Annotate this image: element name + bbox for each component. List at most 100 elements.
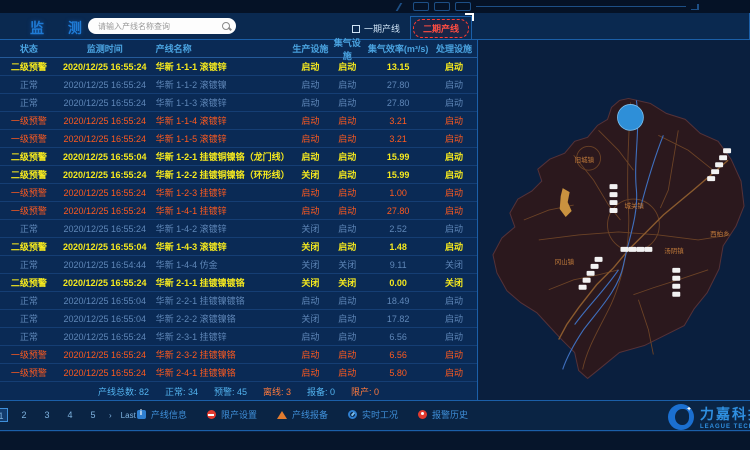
deco-box-icon (413, 2, 429, 11)
row-eff: 5.80 (365, 368, 431, 378)
row-gas: 启动 (329, 330, 365, 343)
table-row[interactable]: 二级预警 2020/12/25 16:55:24 华新 1-2-2 挂镀铜镍铬（… (0, 166, 477, 184)
deco-box-icon (455, 2, 471, 11)
row-status: 正常 (0, 330, 58, 343)
row-gas: 启动 (329, 60, 365, 73)
map-marker-blue-circle[interactable] (617, 104, 643, 130)
row-gas: 启动 (329, 168, 365, 181)
table-row[interactable]: 一级预警 2020/12/25 16:55:24 华新 1-4-1 挂镀锌 启动… (0, 202, 477, 220)
summary-row: 产线总数: 82正常: 34预警: 45离线: 3报备: 0限产: 0 (0, 382, 477, 400)
table-row[interactable]: 一级预警 2020/12/25 16:55:24 华新 1-1-4 滚镀锌 启动… (0, 112, 477, 130)
row-proc: 启动 (431, 294, 477, 307)
row-proc: 启动 (431, 330, 477, 343)
search-box[interactable] (88, 18, 236, 34)
checkbox-icon[interactable] (352, 25, 360, 33)
row-time: 2020/12/25 16:54:44 (58, 260, 152, 270)
row-proc: 启动 (431, 168, 477, 181)
next-page-button[interactable]: › (109, 411, 112, 420)
row-eff: 27.80 (365, 206, 431, 216)
table-row[interactable]: 二级预警 2020/12/25 16:55:24 华新 1-1-1 滚镀锌 启动… (0, 58, 477, 76)
row-status: 一级预警 (0, 132, 58, 145)
row-prod: 关闭 (291, 222, 329, 235)
col-status: 状态 (0, 42, 58, 55)
page-button[interactable]: 5 (86, 408, 100, 422)
deco-slash-icon (396, 3, 411, 11)
row-eff: 3.21 (365, 134, 431, 144)
row-name: 华新 1-4-3 滚镀锌 (152, 240, 292, 253)
page-button[interactable]: 3 (40, 408, 54, 422)
row-status: 二级预警 (0, 60, 58, 73)
table-row[interactable]: 二级预警 2020/12/25 16:55:04 华新 1-2-1 挂镀铜镍铬（… (0, 148, 477, 166)
row-prod: 启动 (291, 330, 329, 343)
row-name: 华新 2-4-1 挂镀镍铬 (152, 366, 292, 379)
phase1-checkbox[interactable]: 一期产线 (352, 22, 400, 35)
row-name: 华新 1-4-4 仿金 (152, 258, 292, 271)
row-time: 2020/12/25 16:55:24 (58, 98, 152, 108)
summary-item: 限产: 0 (351, 385, 379, 398)
search-input[interactable] (98, 22, 221, 31)
table-row[interactable]: 二级预警 2020/12/25 16:55:04 华新 1-4-3 滚镀锌 关闭… (0, 238, 477, 256)
footer-button[interactable]: 实时工况 (348, 408, 398, 421)
row-status: 一级预警 (0, 204, 58, 217)
col-name: 产线名称 (152, 42, 292, 55)
row-time: 2020/12/25 16:55:24 (58, 134, 152, 144)
row-gas: 关闭 (329, 258, 365, 271)
row-gas: 启动 (329, 222, 365, 235)
footer-button-label: 实时工况 (362, 408, 398, 421)
row-eff: 9.11 (365, 260, 431, 270)
row-name: 华新 1-2-2 挂镀铜镍铬（环形线） (152, 168, 292, 181)
summary-item: 产线总数: 82 (98, 385, 149, 398)
table-row[interactable]: 正常 2020/12/25 16:55:04 华新 2-2-2 滚镀镍铬 关闭 … (0, 310, 477, 328)
row-prod: 启动 (291, 150, 329, 163)
page-button[interactable]: 1 (0, 408, 8, 422)
table-row[interactable]: 正常 2020/12/25 16:54:44 华新 1-4-4 仿金 关闭 关闭… (0, 256, 477, 274)
table-row[interactable]: 二级预警 2020/12/25 16:55:24 华新 2-1-1 挂镀镍镀铬 … (0, 274, 477, 292)
row-status: 正常 (0, 294, 58, 307)
footer-button[interactable]: 报警历史 (418, 408, 468, 421)
row-eff: 0.00 (365, 278, 431, 288)
table-row[interactable]: 正常 2020/12/25 16:55:04 华新 2-2-1 挂镀镍镀铬 启动… (0, 292, 477, 310)
top-strip (0, 0, 750, 13)
row-prod: 启动 (291, 78, 329, 91)
row-status: 二级预警 (0, 168, 58, 181)
row-eff: 27.80 (365, 80, 431, 90)
table-row[interactable]: 正常 2020/12/25 16:55:24 华新 1-1-2 滚镀镍 启动 启… (0, 76, 477, 94)
table-row[interactable]: 一级预警 2020/12/25 16:55:24 华新 1-1-5 滚镀锌 启动… (0, 130, 477, 148)
table-row[interactable]: 正常 2020/12/25 16:55:24 华新 1-1-3 滚镀锌 启动 启… (0, 94, 477, 112)
row-eff: 3.21 (365, 116, 431, 126)
row-status: 正常 (0, 222, 58, 235)
map-place-label: 汤阴镇 (664, 246, 684, 255)
row-status: 一级预警 (0, 114, 58, 127)
row-gas: 启动 (329, 186, 365, 199)
footer-button[interactable]: 产线报备 (277, 408, 328, 421)
footer-button[interactable]: 限产设置 (207, 408, 257, 421)
summary-item: 离线: 3 (263, 385, 291, 398)
phase-controls: 一期产线 二期产线 (352, 16, 472, 41)
monitoring-table: 状态 监测时间 产线名称 生产设施 集气设施 集气效率(m³/s) 处理设施 二… (0, 40, 478, 400)
row-name: 华新 1-2-1 挂镀铜镍铬（龙门线） (152, 150, 292, 163)
table-row[interactable]: 正常 2020/12/25 16:55:24 华新 2-3-1 挂镀锌 启动 启… (0, 328, 477, 346)
table-row[interactable]: 一级预警 2020/12/25 16:55:24 华新 2-3-2 挂镀镍铬 启… (0, 346, 477, 364)
page-button[interactable]: 4 (63, 408, 77, 422)
col-gas: 集气设施 (329, 36, 365, 62)
row-status: 二级预警 (0, 150, 58, 163)
row-prod: 关闭 (291, 258, 329, 271)
page-button[interactable]: 2 (17, 408, 31, 422)
phase2-button[interactable]: 二期产线 (413, 19, 469, 38)
row-name: 华新 1-1-2 滚镀镍 (152, 78, 292, 91)
table-row[interactable]: 一级预警 2020/12/25 16:55:24 华新 2-4-1 挂镀镍铬 启… (0, 364, 477, 382)
row-time: 2020/12/25 16:55:24 (58, 188, 152, 198)
city-map[interactable]: 旧城镇城关镇西柏乡汤阴镇冈山镇 (479, 40, 750, 400)
brand-name-en: LEAGUE TECH (700, 424, 750, 430)
search-icon[interactable] (221, 21, 232, 32)
row-time: 2020/12/25 16:55:24 (58, 206, 152, 216)
footer-button-label: 报警历史 (432, 408, 468, 421)
header-bar: 监 测 一期产线 二期产线 (0, 13, 750, 40)
footer-button[interactable]: 产线信息 (137, 408, 187, 421)
table-row[interactable]: 一级预警 2020/12/25 16:55:24 华新 1-2-3 挂镀锌 启动… (0, 184, 477, 202)
brand-logo: 力嘉科技 LEAGUE TECH (668, 404, 750, 430)
row-gas: 启动 (329, 132, 365, 145)
row-time: 2020/12/25 16:55:24 (58, 80, 152, 90)
table-row[interactable]: 正常 2020/12/25 16:55:24 华新 1-4-2 滚镀锌 关闭 启… (0, 220, 477, 238)
decorative-shapes (398, 2, 699, 11)
